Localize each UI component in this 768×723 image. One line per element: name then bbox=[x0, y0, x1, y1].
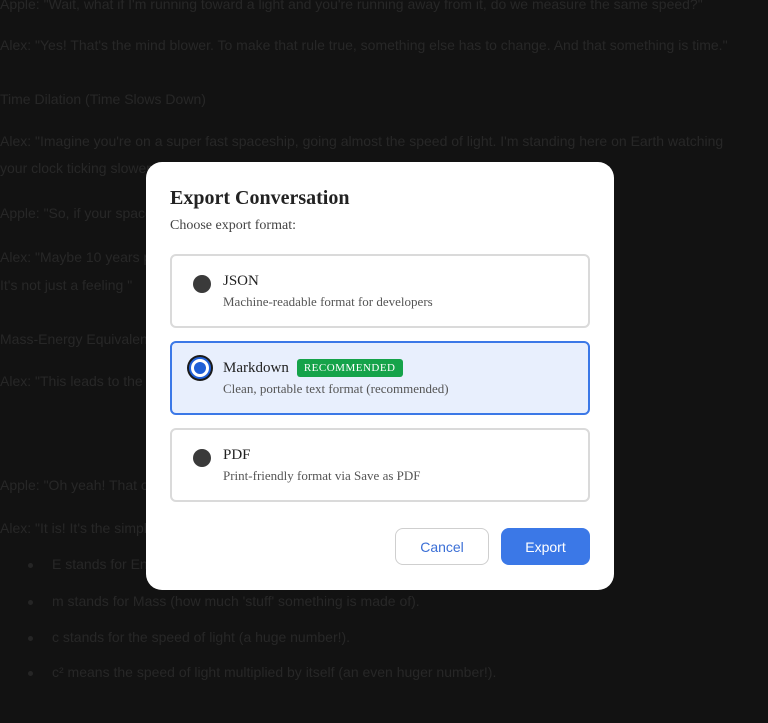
option-name: PDF bbox=[223, 447, 251, 463]
format-options: JSON Machine-readable format for develop… bbox=[170, 254, 590, 502]
option-description: Print-friendly format via Save as PDF bbox=[223, 468, 421, 483]
option-description: Machine-readable format for developers bbox=[223, 294, 433, 309]
radio-button-json[interactable] bbox=[193, 275, 211, 293]
option-description: Clean, portable text format (recommended… bbox=[223, 381, 449, 396]
radio-button-markdown[interactable] bbox=[189, 357, 211, 379]
cancel-button[interactable]: Cancel bbox=[395, 528, 489, 565]
option-name: JSON bbox=[223, 273, 259, 289]
recommended-badge: RECOMMENDED bbox=[296, 359, 403, 377]
dialog-actions: Cancel Export bbox=[395, 528, 590, 565]
dialog-subtitle: Choose export format: bbox=[170, 218, 296, 233]
format-option-pdf[interactable]: PDF Print-friendly format via Save as PD… bbox=[170, 428, 590, 502]
option-name: Markdown bbox=[223, 360, 289, 376]
radio-button-pdf[interactable] bbox=[193, 449, 211, 467]
dialog-title: Export Conversation bbox=[170, 187, 350, 209]
export-dialog: Export Conversation Choose export format… bbox=[146, 162, 614, 590]
format-option-markdown[interactable]: Markdown RECOMMENDED Clean, portable tex… bbox=[170, 341, 590, 415]
export-button[interactable]: Export bbox=[501, 528, 590, 565]
format-option-json[interactable]: JSON Machine-readable format for develop… bbox=[170, 254, 590, 328]
